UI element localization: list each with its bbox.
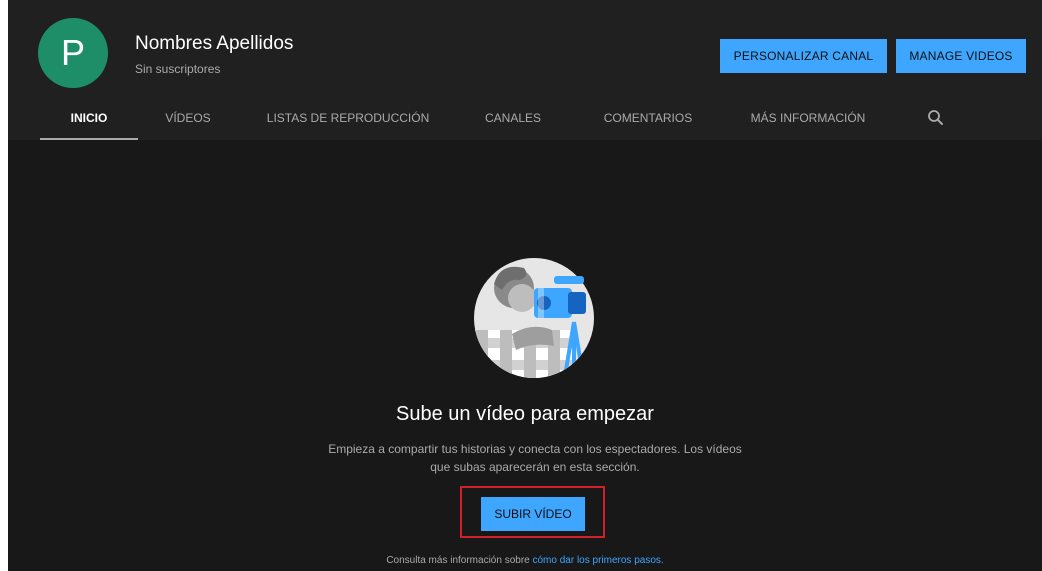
customize-channel-button[interactable]: PERSONALIZAR CANAL bbox=[720, 39, 887, 73]
subscriber-count: Sin suscriptores bbox=[135, 62, 221, 76]
getting-started-link[interactable]: cómo dar los primeros pasos. bbox=[533, 555, 664, 566]
tab-channels[interactable]: CANALES bbox=[473, 98, 553, 138]
channel-header: P Nombres Apellidos Sin suscriptores PER… bbox=[8, 0, 1042, 140]
manage-videos-button[interactable]: MANAGE VIDEOS bbox=[896, 39, 1026, 73]
channel-name: Nombres Apellidos bbox=[135, 33, 294, 54]
avatar[interactable]: P bbox=[38, 18, 108, 88]
channel-tabs: INICIO VÍDEOS LISTAS DE REPRODUCCIÓN CAN… bbox=[8, 98, 1042, 140]
footer-note: Consulta más información sobre cómo dar … bbox=[8, 555, 1042, 566]
tab-videos[interactable]: VÍDEOS bbox=[153, 98, 223, 138]
youtube-channel-page: P Nombres Apellidos Sin suscriptores PER… bbox=[8, 0, 1042, 571]
tab-about[interactable]: MÁS INFORMACIÓN bbox=[738, 98, 878, 138]
footer-note-text: Consulta más información sobre bbox=[386, 555, 530, 566]
tab-playlists[interactable]: LISTAS DE REPRODUCCIÓN bbox=[258, 98, 438, 138]
upload-video-button[interactable]: SUBIR VÍDEO bbox=[481, 497, 585, 531]
tab-comments[interactable]: COMENTARIOS bbox=[593, 98, 703, 138]
empty-state-description: Empieza a compartir tus historias y cone… bbox=[328, 442, 742, 474]
search-icon[interactable] bbox=[926, 108, 946, 128]
tab-inicio[interactable]: INICIO bbox=[40, 98, 138, 140]
camera-operator-illustration bbox=[472, 254, 596, 382]
empty-state-title: Sube un vídeo para empezar bbox=[396, 403, 654, 425]
